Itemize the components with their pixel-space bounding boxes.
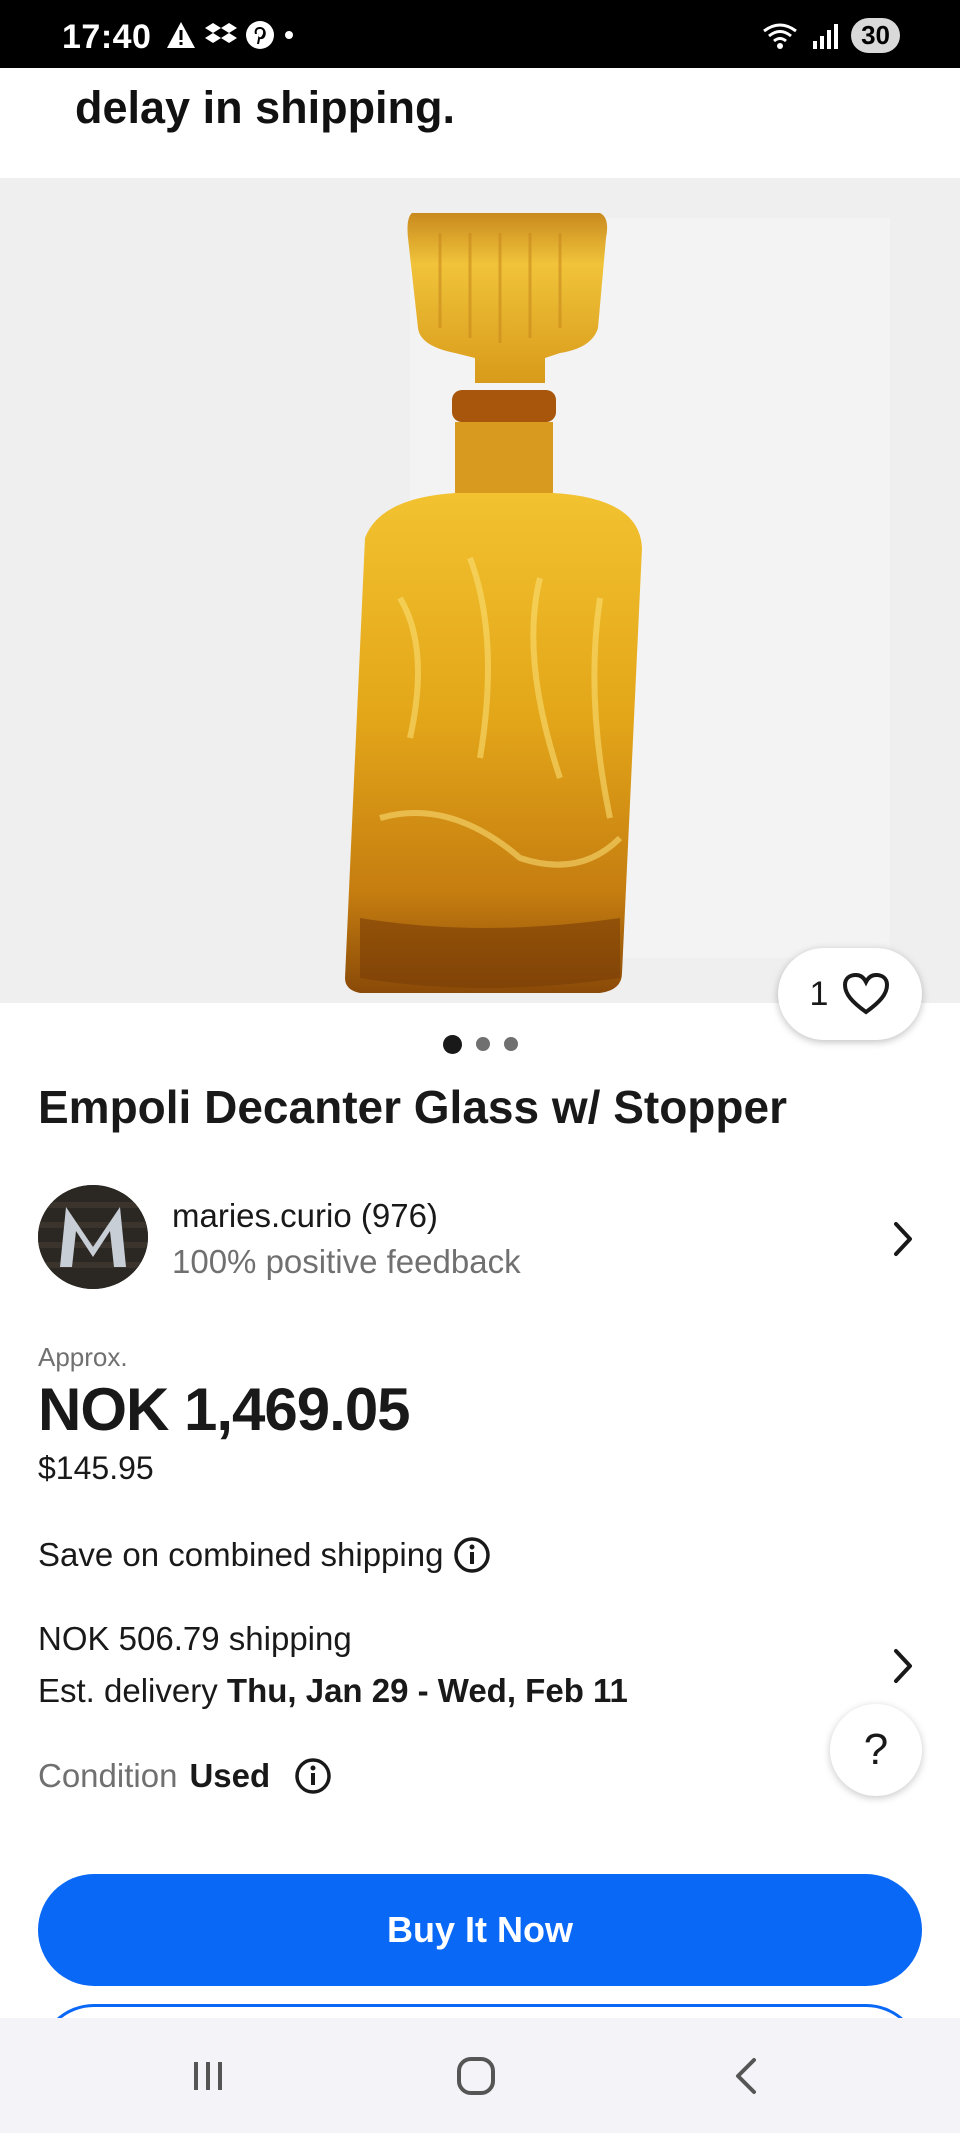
carousel-dot-active[interactable] — [442, 1035, 462, 1054]
combined-shipping-label: Save on combined shipping — [38, 1536, 444, 1573]
carousel-indicator — [0, 1035, 960, 1054]
estimated-delivery: Est. delivery Thu, Jan 29 - Wed, Feb 11 — [38, 1672, 628, 1710]
recents-icon[interactable] — [178, 2018, 238, 2133]
heart-icon — [843, 972, 890, 1015]
delivery-label: Est. delivery — [38, 1672, 227, 1709]
seller-feedback: 100% positive feedback — [172, 1243, 521, 1280]
dot-icon — [285, 31, 293, 39]
seller-row[interactable]: maries.curio (976) 100% positive feedbac… — [38, 1185, 922, 1290]
shipping-cost: NOK 506.79 shipping — [38, 1620, 352, 1657]
help-button[interactable]: ? — [830, 1704, 922, 1796]
buy-it-now-button[interactable]: Buy It Now — [38, 1874, 922, 1986]
decanter-image — [345, 213, 642, 993]
signal-icon — [813, 23, 839, 49]
listing-title: Empoli Decanter Glass w/ Stopper — [38, 1081, 787, 1133]
combined-shipping[interactable]: Save on combined shipping — [38, 1536, 491, 1574]
battery-indicator: 30 — [851, 18, 900, 53]
status-time: 17:40 — [62, 18, 152, 56]
pinterest-icon — [246, 21, 274, 49]
system-nav-bar — [0, 2018, 960, 2133]
carousel-dot[interactable] — [475, 1037, 490, 1051]
info-icon[interactable] — [294, 1757, 332, 1795]
approx-label: Approx. — [38, 1342, 128, 1372]
system-icons: 30 — [761, 18, 900, 53]
warning-icon — [167, 22, 195, 48]
condition-value: Used — [189, 1757, 271, 1794]
carousel-dot[interactable] — [503, 1037, 518, 1051]
seller-name[interactable]: maries.curio (976) — [172, 1197, 438, 1235]
chevron-right-icon[interactable] — [888, 1646, 918, 1686]
seller-logo — [38, 1185, 148, 1289]
condition-row: Condition Used — [38, 1757, 332, 1795]
home-icon[interactable] — [446, 2018, 506, 2133]
shipping-notice-text: delay in shipping. — [75, 82, 456, 133]
listing-image-carousel[interactable] — [0, 178, 960, 1003]
watch-button[interactable]: 1 — [778, 948, 922, 1040]
price-usd: $145.95 — [38, 1450, 154, 1486]
wifi-icon — [763, 23, 797, 49]
price-amount: NOK 1,469.05 — [38, 1376, 411, 1443]
seller-avatar — [38, 1185, 148, 1289]
dropbox-icon — [205, 23, 237, 43]
like-count: 1 — [809, 974, 829, 1013]
back-icon[interactable] — [716, 2018, 776, 2133]
status-bar: 17:40 30 — [0, 0, 960, 68]
info-icon[interactable] — [453, 1536, 491, 1574]
delivery-dates: Thu, Jan 29 - Wed, Feb 11 — [226, 1672, 628, 1709]
notification-icons — [165, 20, 295, 50]
condition-label: Condition — [38, 1757, 178, 1794]
chevron-right-icon[interactable] — [888, 1219, 918, 1259]
